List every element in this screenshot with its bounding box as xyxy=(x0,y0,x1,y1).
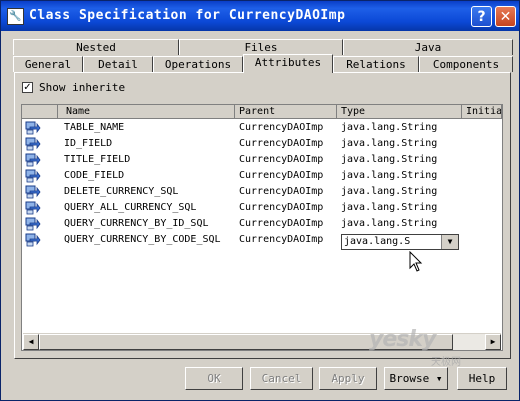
attribute-name[interactable]: TITLE_FIELD xyxy=(64,153,130,167)
tab-files[interactable]: Files xyxy=(179,39,343,55)
column-header-parent[interactable]: Parent xyxy=(235,105,337,119)
watermark-sub: 天极网 xyxy=(431,357,461,368)
apply-button[interactable]: Apply xyxy=(319,367,377,390)
close-button[interactable]: ✕ xyxy=(495,6,516,27)
attribute-icon xyxy=(25,185,41,199)
attribute-type[interactable]: java.lang.String xyxy=(341,201,437,215)
tab-general[interactable]: General xyxy=(13,56,83,72)
column-header-icon[interactable] xyxy=(22,105,58,119)
scroll-left-button[interactable]: ◀ xyxy=(23,334,39,350)
table-row[interactable]: ID_FIELD CurrencyDAOImp java.lang.String xyxy=(22,136,502,152)
attribute-name[interactable]: QUERY_CURRENCY_BY_ID_SQL xyxy=(64,217,209,231)
attribute-icon xyxy=(25,169,41,183)
tab-attributes[interactable]: Attributes xyxy=(243,54,333,73)
tab-java[interactable]: Java xyxy=(343,39,513,55)
tab-row-back: Nested Files Java xyxy=(13,39,513,55)
window-title: Class Specification for CurrencyDAOImp xyxy=(29,8,346,23)
cancel-button[interactable]: Cancel xyxy=(250,367,313,390)
scroll-right-button[interactable]: ▶ xyxy=(485,334,501,350)
attribute-type[interactable]: java.lang.String xyxy=(341,169,437,183)
attribute-parent[interactable]: CurrencyDAOImp xyxy=(239,201,323,215)
ok-button[interactable]: OK xyxy=(185,367,243,390)
watermark-logo: yesky xyxy=(369,327,436,352)
attribute-parent[interactable]: CurrencyDAOImp xyxy=(239,233,323,247)
column-header-initial[interactable]: Initia xyxy=(462,105,502,119)
attribute-type[interactable]: java.lang.String xyxy=(341,217,437,231)
column-header-name[interactable]: Name xyxy=(58,105,235,119)
app-icon: 🔧 xyxy=(7,8,24,25)
chevron-down-icon[interactable]: ▼ xyxy=(441,235,458,249)
table-row[interactable]: QUERY_ALL_CURRENCY_SQL CurrencyDAOImp java… xyxy=(22,200,502,216)
attribute-name[interactable]: ID_FIELD xyxy=(64,137,112,151)
table-row[interactable]: DELETE_CURRENCY_SQL CurrencyDAOImp java.la… xyxy=(22,184,502,200)
attribute-name[interactable]: CODE_FIELD xyxy=(64,169,124,183)
show-inherited-label[interactable]: Show inherite xyxy=(39,81,125,94)
attribute-parent[interactable]: CurrencyDAOImp xyxy=(239,169,323,183)
table-row[interactable]: CODE_FIELD CurrencyDAOImp java.lang.String xyxy=(22,168,502,184)
attribute-icon xyxy=(25,121,41,135)
tab-row-front: General Detail Operations Attributes Rel… xyxy=(13,54,513,73)
tab-nested[interactable]: Nested xyxy=(13,39,179,55)
attribute-icon xyxy=(25,137,41,151)
attribute-parent[interactable]: CurrencyDAOImp xyxy=(239,121,323,135)
attribute-parent[interactable]: CurrencyDAOImp xyxy=(239,185,323,199)
attribute-icon xyxy=(25,201,41,215)
attribute-name[interactable]: TABLE_NAME xyxy=(64,121,124,135)
dialog-window: 🔧 Class Specification for CurrencyDAOImp… xyxy=(0,0,520,401)
mouse-pointer-icon xyxy=(409,251,423,272)
attribute-type[interactable]: java.lang.String xyxy=(341,185,437,199)
attribute-name[interactable]: QUERY_ALL_CURRENCY_SQL xyxy=(64,201,196,215)
attribute-name[interactable]: QUERY_CURRENCY_BY_CODE_SQL xyxy=(64,233,221,247)
help-title-button[interactable]: ? xyxy=(471,6,492,27)
attribute-icon xyxy=(25,217,41,231)
table-row[interactable]: TABLE_NAME CurrencyDAOImp java.lang.String xyxy=(22,120,502,136)
table-row[interactable]: TITLE_FIELD CurrencyDAOImp java.lang.Strin… xyxy=(22,152,502,168)
tab-relations[interactable]: Relations xyxy=(333,56,419,72)
attributes-table[interactable]: Name Parent Type Initia TABLE_NAME Curren… xyxy=(21,104,503,351)
help-button[interactable]: Help xyxy=(457,367,507,390)
attribute-parent[interactable]: CurrencyDAOImp xyxy=(239,153,323,167)
attribute-icon xyxy=(25,153,41,167)
type-combo-box[interactable]: java.lang.S ▼ xyxy=(341,234,459,250)
tab-components[interactable]: Components xyxy=(419,56,513,72)
type-combo-value[interactable]: java.lang.S xyxy=(344,235,410,249)
browse-button[interactable]: Browse ▾ xyxy=(384,367,448,390)
tab-operations[interactable]: Operations xyxy=(153,56,243,72)
show-inherited-checkbox[interactable]: ✓ xyxy=(22,82,33,93)
column-header-type[interactable]: Type xyxy=(337,105,462,119)
attribute-type[interactable]: java.lang.String xyxy=(341,121,437,135)
attribute-name[interactable]: DELETE_CURRENCY_SQL xyxy=(64,185,178,199)
title-bar[interactable]: 🔧 Class Specification for CurrencyDAOImp… xyxy=(1,1,519,31)
attribute-parent[interactable]: CurrencyDAOImp xyxy=(239,137,323,151)
attribute-parent[interactable]: CurrencyDAOImp xyxy=(239,217,323,231)
tab-detail[interactable]: Detail xyxy=(83,56,153,72)
table-row[interactable]: QUERY_CURRENCY_BY_ID_SQL CurrencyDAOImp ja… xyxy=(22,216,502,232)
attribute-type[interactable]: java.lang.String xyxy=(341,153,437,167)
attribute-type[interactable]: java.lang.String xyxy=(341,137,437,151)
attribute-icon xyxy=(25,233,41,247)
